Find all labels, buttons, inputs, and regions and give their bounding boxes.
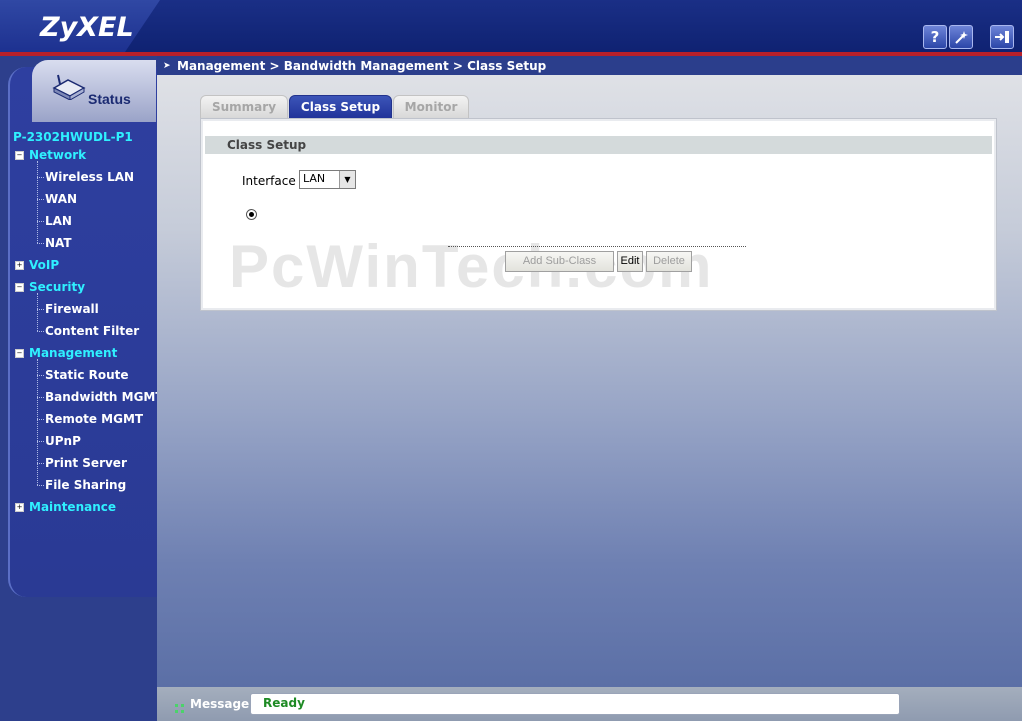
tree-branch	[37, 397, 44, 398]
message-icon	[175, 698, 184, 713]
router-icon	[52, 74, 86, 101]
tree-branch	[37, 309, 44, 310]
sidebar-item-file-sharing[interactable]: File Sharing	[45, 478, 126, 492]
class-tree-line	[448, 246, 746, 247]
collapse-icon[interactable]: −	[15, 349, 24, 358]
sidebar-item-remote-mgmt[interactable]: Remote MGMT	[45, 412, 143, 426]
tree-line	[37, 359, 38, 485]
tab-monitor[interactable]: Monitor	[393, 95, 469, 119]
sidebar-item-static-route[interactable]: Static Route	[45, 368, 129, 382]
sidebar-item-print-server[interactable]: Print Server	[45, 456, 127, 470]
edit-button[interactable]: Edit	[617, 251, 643, 272]
delete-button[interactable]: Delete	[646, 251, 692, 272]
tree-branch	[37, 463, 44, 464]
sidebar-section-network[interactable]: Network	[29, 148, 86, 162]
breadcrumb-arrow-icon: ➤	[163, 61, 171, 71]
tree-line	[37, 161, 38, 243]
tree-branch	[37, 441, 44, 442]
sidebar-item-firewall[interactable]: Firewall	[45, 302, 99, 316]
tree-branch	[37, 243, 44, 244]
class-radio-button[interactable]	[246, 209, 257, 220]
tab-class-setup[interactable]: Class Setup	[289, 95, 392, 119]
sidebar-item-content-filter[interactable]: Content Filter	[45, 324, 139, 338]
tree-branch	[37, 221, 44, 222]
sidebar-item-upnp[interactable]: UPnP	[45, 434, 81, 448]
tree-branch	[37, 331, 44, 332]
device-name[interactable]: P-2302HWUDL-P1	[13, 130, 133, 144]
sidebar-section-management[interactable]: Management	[29, 346, 117, 360]
add-sub-class-button[interactable]: Add Sub-Class	[505, 251, 614, 272]
panel-header	[205, 136, 992, 154]
status-tab-label: Status	[88, 91, 131, 107]
breadcrumb: Management > Bandwidth Management > Clas…	[177, 59, 547, 73]
tree-branch	[37, 199, 44, 200]
tree-branch	[37, 375, 44, 376]
message-label: Message	[190, 697, 250, 711]
interface-label: Interface	[242, 174, 296, 188]
collapse-icon[interactable]: −	[15, 151, 24, 160]
sidebar-item-lan[interactable]: LAN	[45, 214, 72, 228]
message-field	[250, 693, 900, 715]
tree-branch	[37, 485, 44, 486]
sidebar-section-security[interactable]: Security	[29, 280, 85, 294]
message-status: Ready	[263, 696, 305, 710]
sidebar-item-nat[interactable]: NAT	[45, 236, 72, 250]
sidebar-item-bandwidth-mgmt[interactable]: Bandwidth MGMT	[45, 390, 164, 404]
tree-line	[37, 293, 38, 331]
wizard-icon[interactable]	[949, 25, 973, 49]
zyxel-logo: ZyXEL	[40, 12, 134, 43]
logout-icon[interactable]	[990, 25, 1014, 49]
sidebar-section-maintenance[interactable]: Maintenance	[29, 500, 116, 514]
tree-branch	[37, 177, 44, 178]
sidebar-item-wan[interactable]: WAN	[45, 192, 77, 206]
panel-title: Class Setup	[227, 138, 307, 152]
interface-select-value: LAN	[303, 172, 326, 185]
help-icon[interactable]: ?	[923, 25, 947, 49]
tab-summary[interactable]: Summary	[200, 95, 288, 119]
chevron-down-icon: ▼	[339, 171, 355, 188]
expand-icon[interactable]: +	[15, 503, 24, 512]
sidebar-item-wireless-lan[interactable]: Wireless LAN	[45, 170, 134, 184]
collapse-icon[interactable]: −	[15, 283, 24, 292]
tree-branch	[37, 419, 44, 420]
sidebar-section-voip[interactable]: VoIP	[29, 258, 59, 272]
expand-icon[interactable]: +	[15, 261, 24, 270]
interface-select[interactable]: LAN ▼	[299, 170, 356, 189]
radio-selected-dot	[249, 212, 254, 217]
